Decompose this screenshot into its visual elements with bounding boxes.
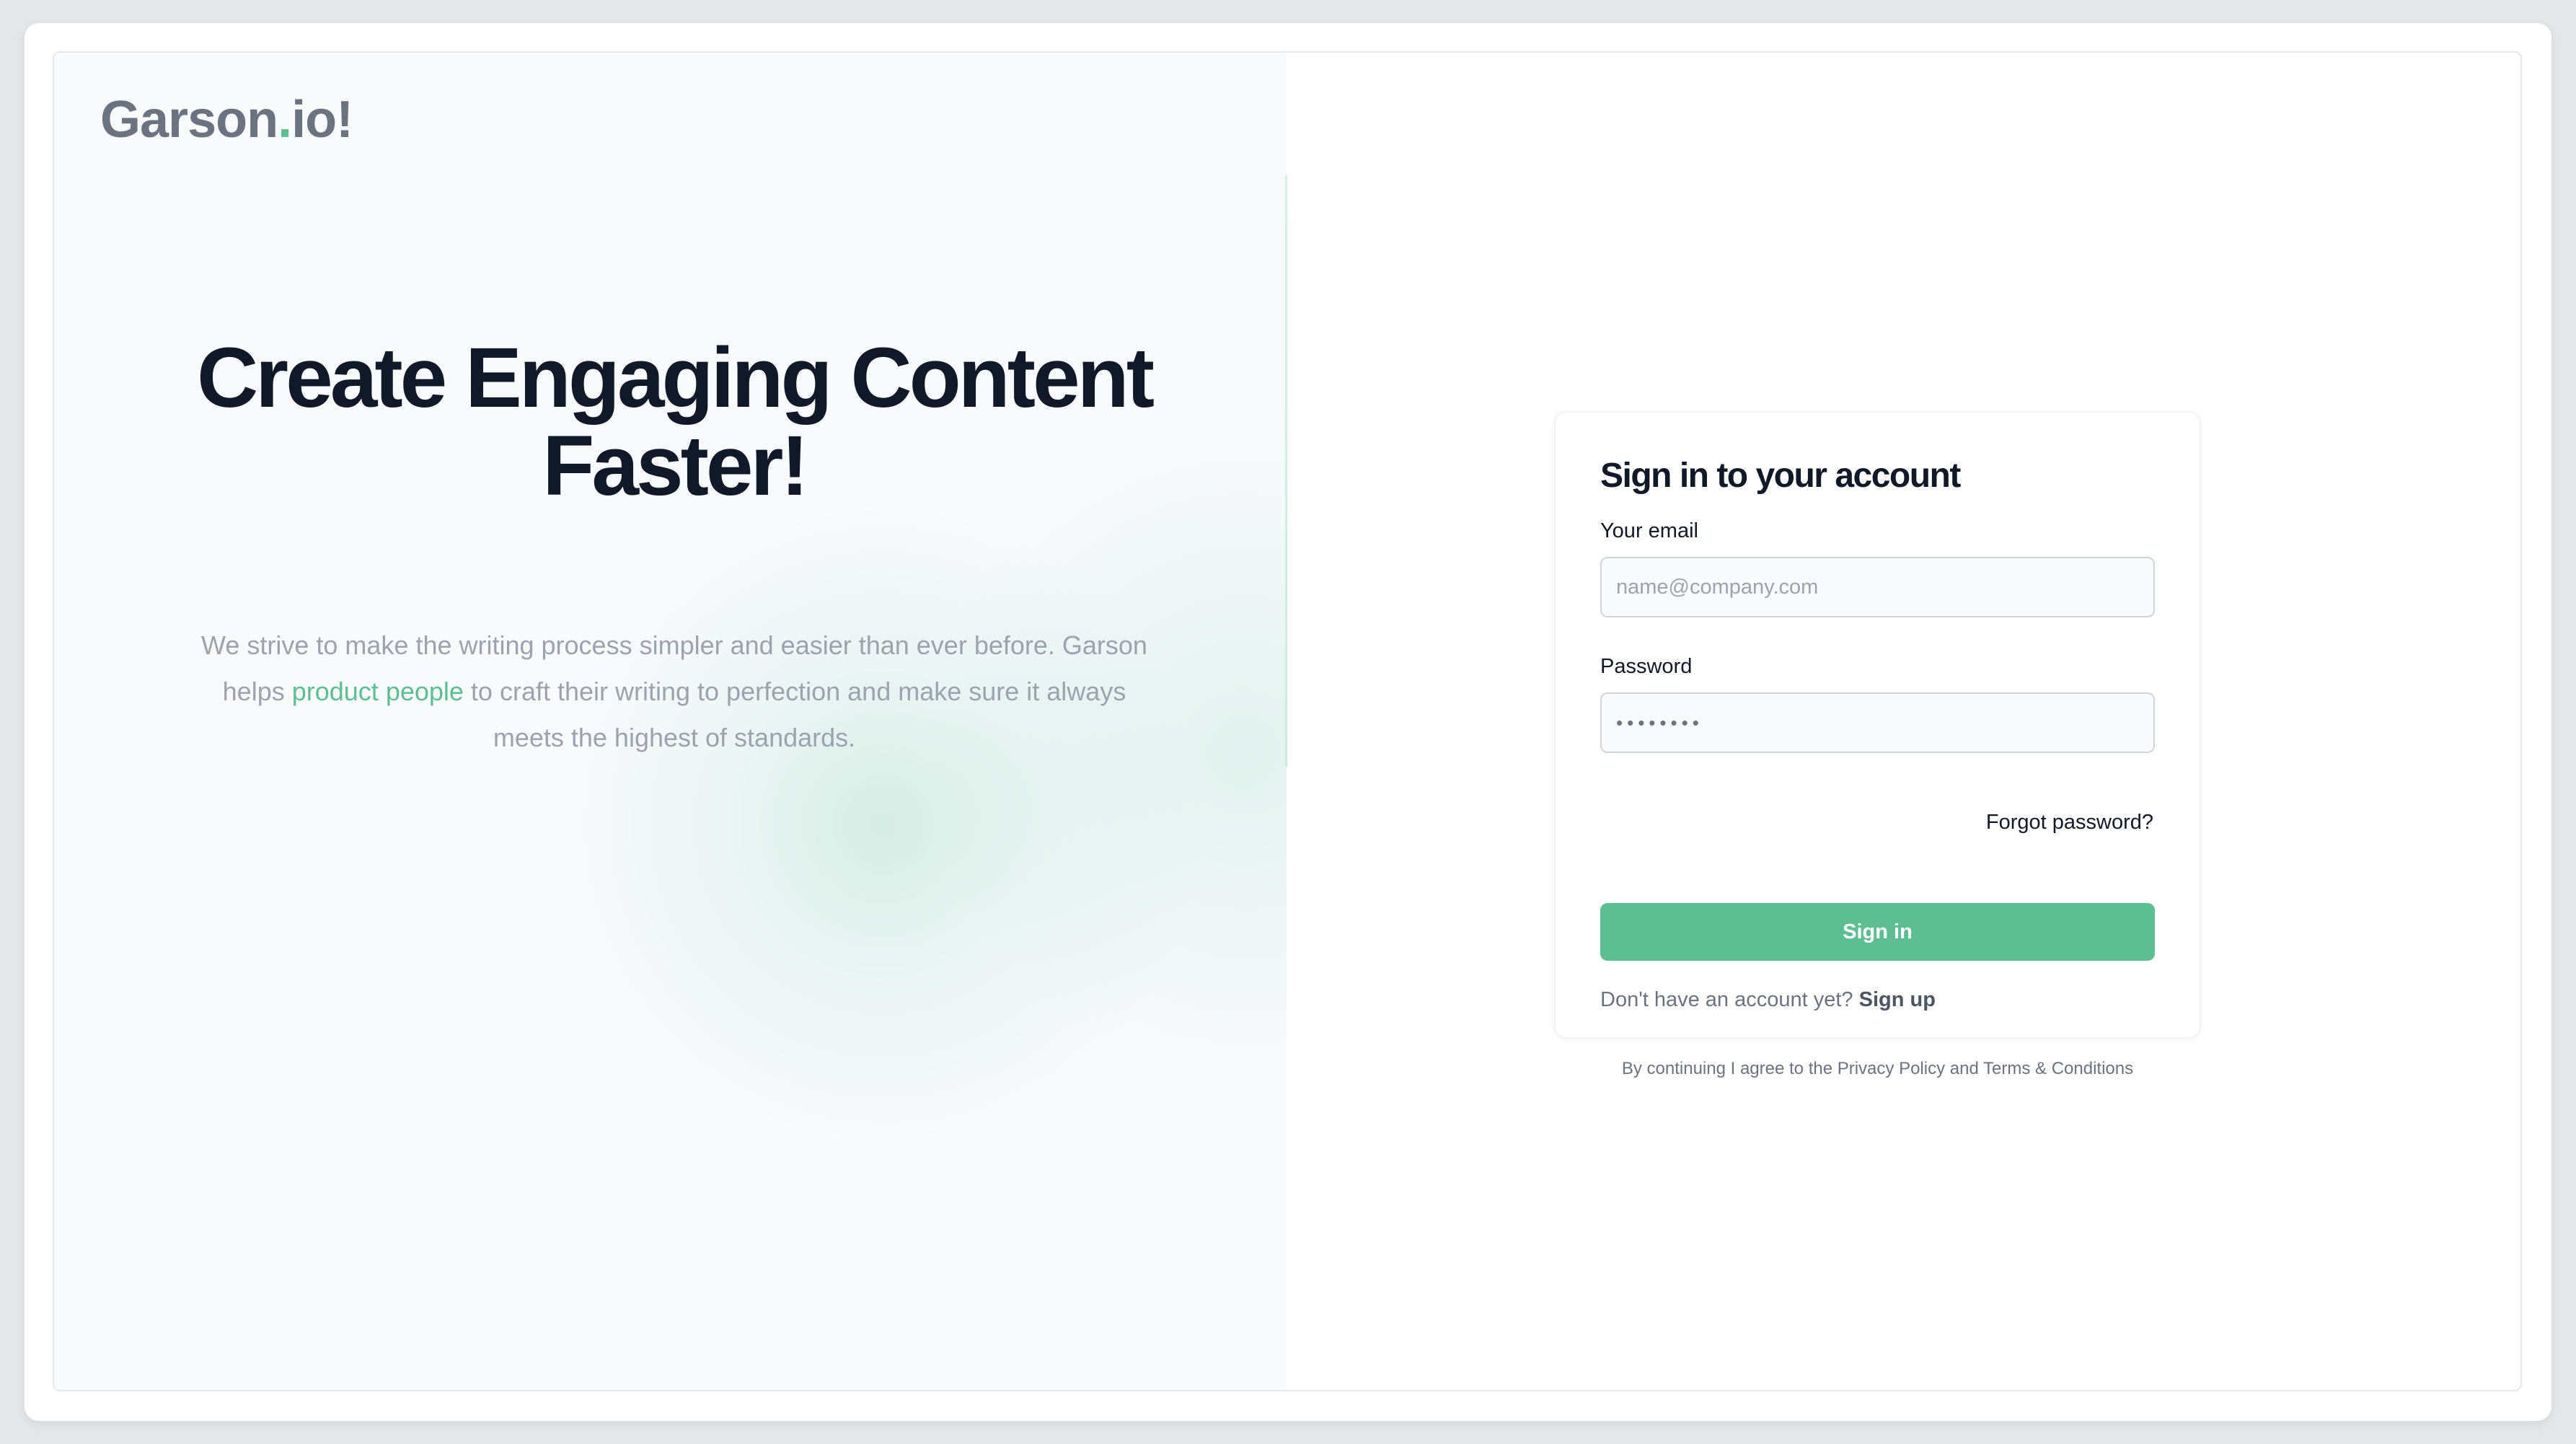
- brand-dot: .: [278, 91, 292, 149]
- headline-line-1: Create Engaging Content: [196, 330, 1155, 426]
- email-label: Your email: [1600, 519, 1698, 542]
- panel-divider: [1285, 175, 1287, 767]
- signin-card: Sign in to your account Your email Passw…: [1554, 411, 2201, 1039]
- headline-line-2: Faster!: [542, 418, 808, 514]
- signin-title: Sign in to your account: [1600, 457, 1961, 495]
- password-value: ••••••••: [1616, 711, 1703, 734]
- email-field[interactable]: [1600, 557, 2155, 617]
- hero-headline: Create Engaging Content Faster!: [126, 334, 1222, 510]
- signin-button[interactable]: Sign in: [1600, 903, 2155, 961]
- hero-panel: Garson.io! Create Engaging Content Faste…: [54, 53, 1287, 1390]
- description-highlight: product people: [291, 677, 464, 706]
- forgot-password-link[interactable]: Forgot password?: [1986, 811, 2153, 835]
- password-label: Password: [1600, 655, 1693, 678]
- signup-prompt: Don't have an account yet? Sign up: [1600, 988, 1936, 1012]
- hero-description: We strive to make the writing process si…: [198, 622, 1150, 761]
- brand-name-part1: Garson: [100, 91, 278, 149]
- brand-name-part2: io!: [291, 91, 353, 149]
- password-field[interactable]: ••••••••: [1600, 692, 2155, 753]
- agreement-note: By continuing I agree to the Privacy Pol…: [1621, 1059, 2134, 1078]
- description-text-2: to craft their writing to perfection and…: [463, 677, 1126, 752]
- no-account-text: Don't have an account yet?: [1600, 988, 1853, 1011]
- signup-link[interactable]: Sign up: [1859, 988, 1936, 1011]
- brand-logo[interactable]: Garson.io!: [100, 90, 353, 149]
